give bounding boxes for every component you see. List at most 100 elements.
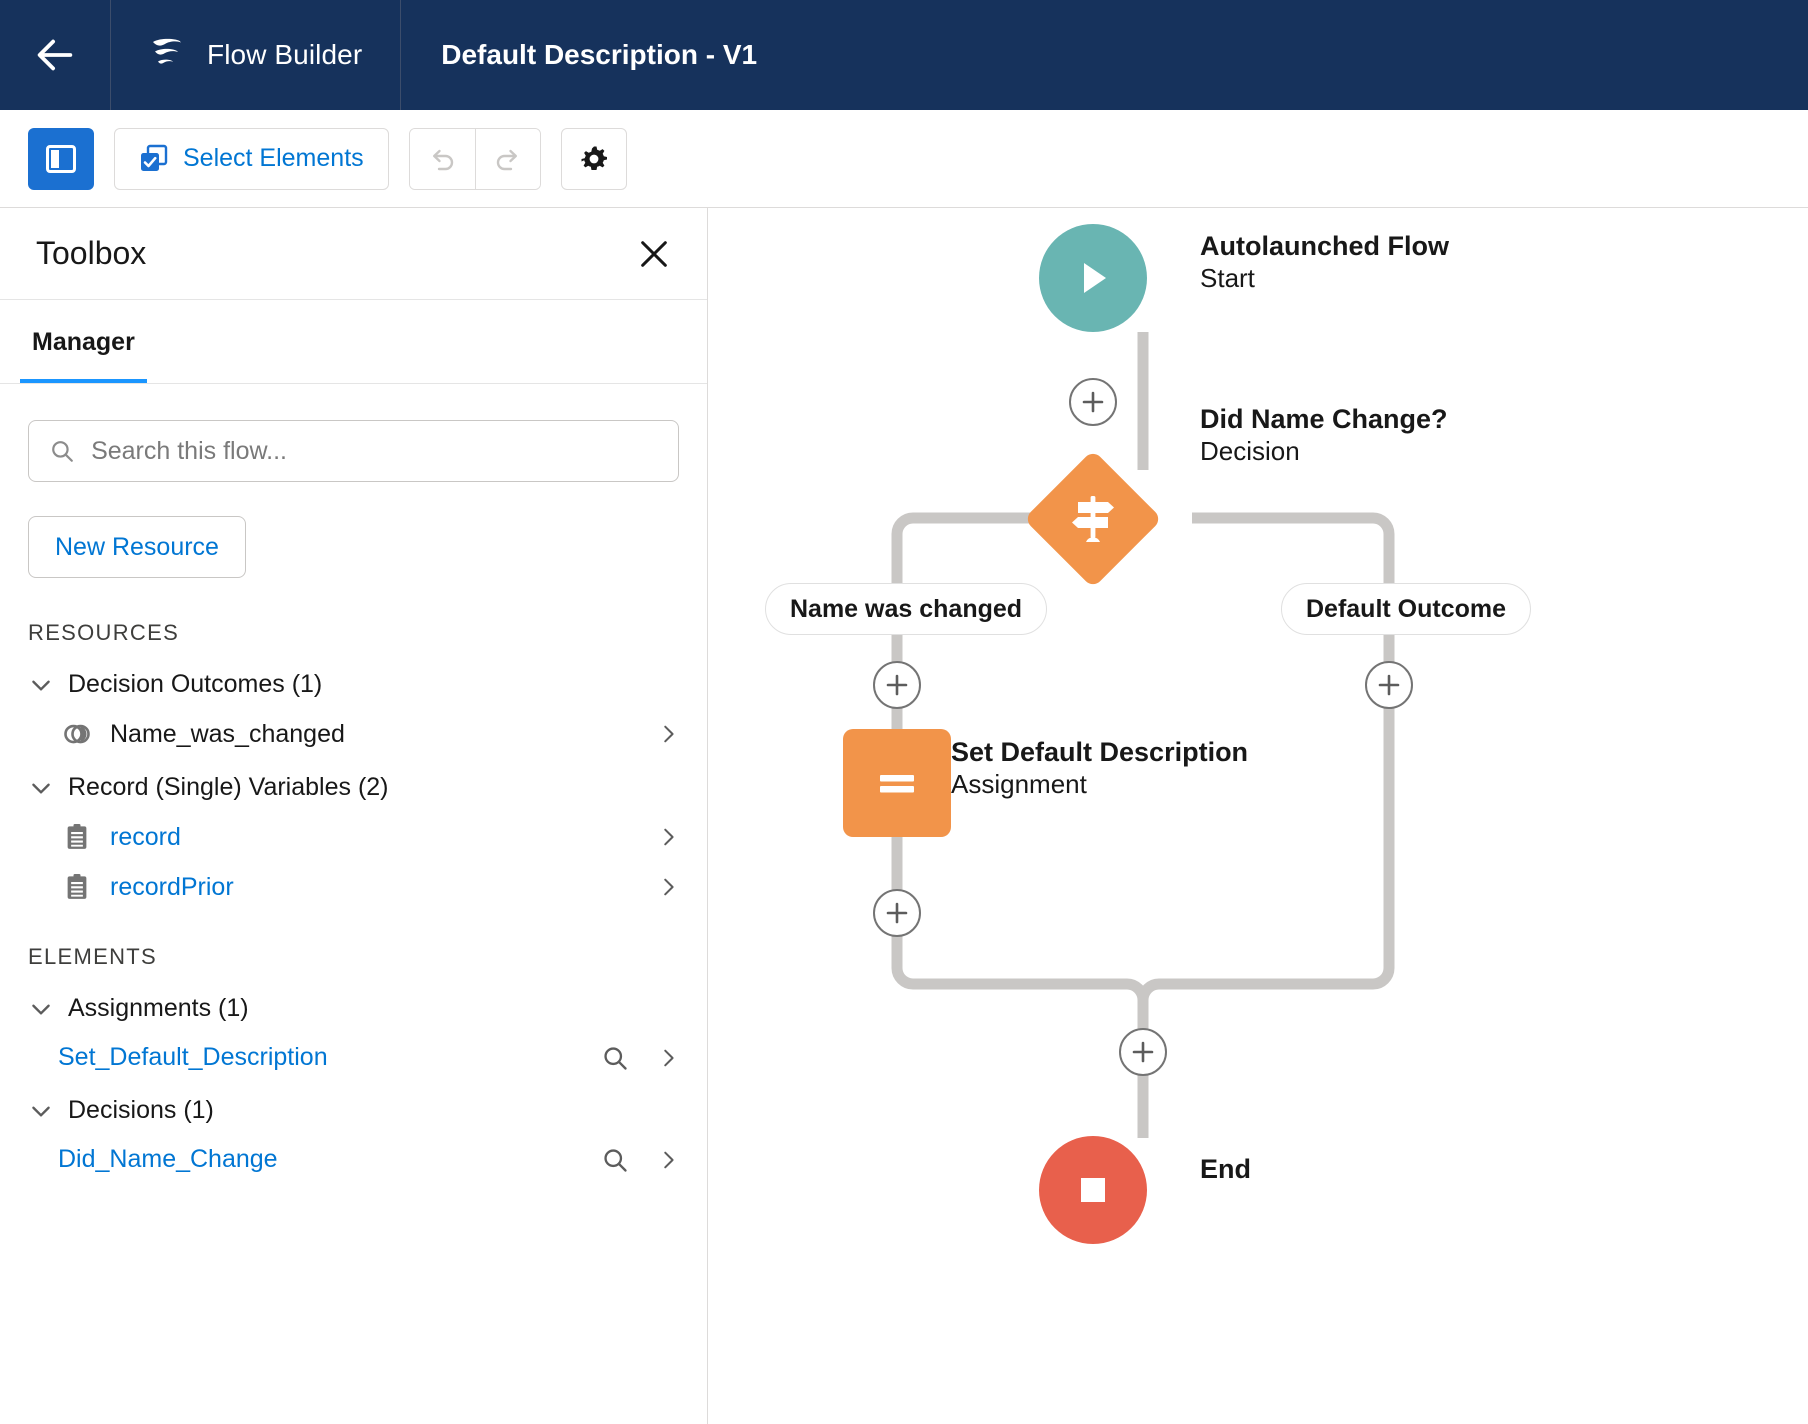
node-subtitle: Decision [1200,435,1300,466]
stop-icon [1081,1178,1105,1202]
salesforce-flow-logo [153,38,181,64]
flow-node-assignment[interactable] [843,729,951,837]
assignment-node-shape[interactable] [843,729,951,837]
outcome-icon [64,724,90,744]
record-variable-icon [67,874,87,899]
undo-button[interactable] [409,128,475,189]
toolbox-title: Toolbox [36,235,147,271]
select-elements-label: Select Elements [183,144,364,172]
main-body: Toolbox Manager New Resource RESOURCES [0,208,1808,1424]
plus-icon [886,902,908,924]
chevron-right-icon[interactable] [657,1047,679,1069]
record-variable-icon [67,824,87,849]
add-element-button-before-end[interactable] [1119,1028,1167,1076]
flow-canvas[interactable]: Autolaunched Flow Start Did Name Change?… [708,208,1808,1424]
arrow-left-icon [37,39,73,71]
panel-toggle-icon [46,144,76,173]
equals-icon [880,775,914,793]
end-node-label: End [1200,1153,1251,1186]
gear-icon [581,146,607,170]
add-element-button-after-assignment[interactable] [873,889,921,937]
tree-item-label: recordPrior [110,872,234,901]
tab-manager[interactable]: Manager [20,328,147,383]
tree-item-name-was-changed[interactable]: Name_was_changed [28,719,679,749]
plus-icon [1132,1041,1154,1063]
flow-node-end[interactable] [1039,1136,1147,1244]
branch-label-default-outcome[interactable]: Default Outcome [1281,583,1532,635]
chevron-down-icon [32,680,50,691]
node-title: End [1200,1154,1251,1184]
play-icon [1084,263,1106,293]
search-flow-box[interactable] [28,420,679,482]
chevron-down-icon [32,1106,50,1117]
add-element-button-after-start[interactable] [1069,378,1117,426]
settings-button[interactable] [560,127,627,190]
chevron-right-icon[interactable] [657,876,679,898]
toggle-toolbox-button[interactable] [28,127,94,190]
chevron-down-icon [32,1004,50,1015]
redo-button[interactable] [474,128,540,189]
app-name: Flow Builder [207,39,363,70]
select-elements-icon [141,144,168,171]
signpost-icon [1072,496,1114,542]
tree-item-record-prior[interactable]: recordPrior [28,872,679,902]
tree-item-label: record [110,822,181,851]
end-node-shape[interactable] [1039,1136,1147,1244]
tree-group-assignments[interactable]: Assignments (1) [28,994,679,1023]
plus-icon [886,674,908,696]
select-elements-button[interactable]: Select Elements [114,127,389,190]
flow-title: Default Description - V1 [441,39,758,70]
tree-group-label: Decisions (1) [68,1096,214,1124]
decision-node-shape[interactable] [1023,449,1163,589]
chevron-right-icon[interactable] [657,1149,679,1171]
chevron-right-icon[interactable] [657,723,679,745]
tree-item-did-name-change[interactable]: Did_Name_Change [28,1145,679,1174]
chevron-right-icon[interactable] [657,826,679,848]
canvas-toolbar: Select Elements [0,110,1808,208]
tree-group-label: Record (Single) Variables (2) [68,773,389,801]
node-subtitle: Assignment [951,768,1087,799]
add-element-button-left-branch[interactable] [873,661,921,709]
toolbox-panel: Toolbox Manager New Resource RESOURCES [0,208,708,1424]
plus-icon [1378,674,1400,696]
tree-item-label: Set_Default_Description [58,1043,328,1071]
tree-group-record-variables[interactable]: Record (Single) Variables (2) [28,773,679,802]
node-title: Set Default Description [951,737,1249,767]
node-title: Did Name Change? [1200,404,1448,434]
undo-redo-group [408,127,541,190]
decision-node-label: Did Name Change? Decision [1200,403,1448,468]
node-title: Autolaunched Flow [1200,231,1449,261]
search-input[interactable] [91,436,658,466]
undo-icon [433,149,454,170]
node-subtitle: Start [1200,262,1255,293]
close-icon[interactable] [637,237,671,271]
toolbox-content: New Resource RESOURCES Decision Outcomes… [0,384,707,1424]
app-branding[interactable]: Flow Builder [111,0,400,110]
elements-section-header: ELEMENTS [28,944,157,969]
tree-item-record[interactable]: record [28,822,679,852]
tree-item-set-default-description[interactable]: Set_Default_Description [28,1043,679,1072]
toolbox-header: Toolbox [0,208,707,300]
search-icon[interactable] [601,1146,629,1174]
plus-icon [1082,391,1104,413]
tree-group-decision-outcomes[interactable]: Decision Outcomes (1) [28,670,679,699]
tree-item-label: Did_Name_Change [58,1145,278,1173]
app-header: Flow Builder Default Description - V1 [0,0,1808,110]
add-element-button-right-branch[interactable] [1365,661,1413,709]
tree-group-label: Decision Outcomes (1) [68,670,323,698]
resources-section-header: RESOURCES [28,620,180,645]
toolbox-tabs: Manager [0,300,707,384]
redo-icon [496,149,517,170]
search-icon[interactable] [601,1044,629,1072]
tree-group-decisions[interactable]: Decisions (1) [28,1096,679,1125]
branch-label-name-was-changed[interactable]: Name was changed [765,583,1048,635]
flow-canvas-inner: Autolaunched Flow Start Did Name Change?… [708,208,1808,1424]
flow-node-decision[interactable] [1023,449,1163,589]
chevron-down-icon [32,783,50,794]
flow-node-start[interactable] [1039,224,1147,332]
start-node-shape[interactable] [1039,224,1147,332]
search-icon [52,441,73,462]
new-resource-button[interactable]: New Resource [28,516,246,578]
back-button[interactable] [0,0,110,110]
tree-group-label: Assignments (1) [68,994,249,1022]
